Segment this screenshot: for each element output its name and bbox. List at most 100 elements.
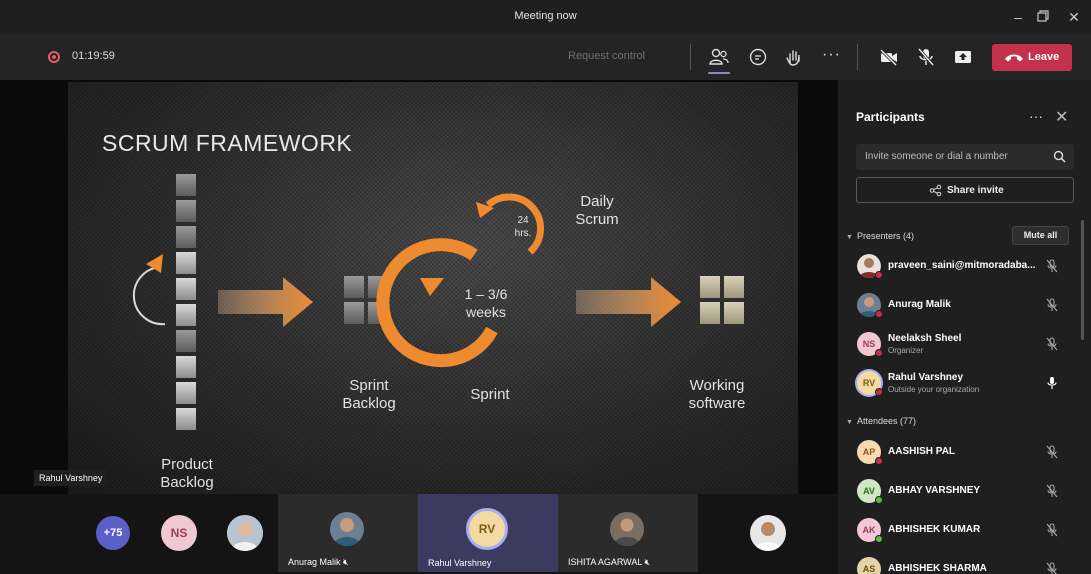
panel-close-icon[interactable]: ✕ <box>1055 107 1068 127</box>
teams-meeting-window: Meeting now – ✕ 01:19:59 Request control… <box>0 0 1091 574</box>
restore-icon[interactable] <box>1031 6 1055 28</box>
slide-title: SCRUM FRAMEWORK <box>102 130 353 156</box>
share-invite-button[interactable]: Share invite <box>856 177 1074 203</box>
participants-icon[interactable] <box>708 46 730 68</box>
mic-muted-icon: 🔇︎ <box>343 557 349 567</box>
sprint-duration-label: 1 – 3/6 weeks <box>464 286 508 320</box>
daily-scrum-label: Daily Scrum <box>575 193 619 228</box>
flow-arrow-1 <box>218 277 313 327</box>
daily-scrum-hours-label: 24 hrs. <box>514 215 532 239</box>
invite-search-placeholder: Invite someone or dial a number <box>865 151 1008 162</box>
raise-hand-icon[interactable] <box>783 46 805 68</box>
avatar: AV <box>857 479 883 504</box>
chevron-down-icon: ▼ <box>846 234 853 241</box>
video-gallery-strip: +75 NS Anurag Malik 🔇︎ RV Rahul Varshney… <box>0 494 838 574</box>
participants-panel: Participants ··· ✕ Invite someone or dia… <box>841 80 1091 574</box>
search-icon <box>1053 150 1066 163</box>
avatar <box>857 293 883 318</box>
participant-name: praveen_saini@mitmoradaba... <box>888 260 1036 271</box>
participant-row[interactable]: AV ABHAY VARSHNEY <box>841 473 1081 509</box>
leave-label: Leave <box>1028 51 1060 63</box>
more-participants-badge[interactable]: +75 <box>96 516 130 550</box>
panel-title: Participants <box>856 110 925 124</box>
mic-off-icon[interactable] <box>915 46 937 68</box>
title-bar: Meeting now – ✕ <box>0 0 1091 34</box>
avatar <box>330 512 364 546</box>
working-software-cubes <box>700 276 744 324</box>
recording-icon <box>48 51 60 63</box>
hang-up-icon <box>1005 54 1023 62</box>
participant-name: Anurag Malik <box>888 299 951 310</box>
sprint-label: Sprint <box>470 386 510 403</box>
share-screen-icon[interactable] <box>952 46 974 68</box>
avatar: AP <box>857 440 883 465</box>
avatar: AS <box>857 557 881 574</box>
working-software-label: Working software <box>688 377 746 412</box>
request-control-button[interactable]: Request control <box>568 50 645 62</box>
participant-row[interactable]: RV Rahul Varshney Outside your organizat… <box>841 365 1081 401</box>
participant-avatar-photo[interactable] <box>227 515 263 551</box>
camera-off-icon[interactable] <box>878 46 900 68</box>
close-window-icon[interactable]: ✕ <box>1062 6 1086 28</box>
participant-role: Outside your organization <box>888 385 980 394</box>
participant-avatar-ns[interactable]: NS <box>161 515 197 551</box>
mic-muted-icon <box>1046 298 1058 312</box>
flow-arrow-2 <box>576 277 681 327</box>
participant-row[interactable]: AS ABHISHEK SHARMA <box>841 551 1081 574</box>
mic-muted-icon <box>1046 337 1058 351</box>
chevron-down-icon: ▼ <box>846 419 853 426</box>
tile-name: Anurag Malik 🔇︎ <box>288 557 349 567</box>
mic-on-icon <box>1047 377 1057 389</box>
mic-muted-icon <box>1046 484 1058 498</box>
participant-name: Neelaksh Sheel <box>888 333 962 344</box>
participant-name: ABHAY VARSHNEY <box>888 485 981 496</box>
share-invite-label: Share invite <box>947 185 1004 196</box>
avatar: AK <box>857 518 883 543</box>
mic-muted-icon: 🔇︎ <box>644 557 651 567</box>
participant-name: ABHISHEK KUMAR <box>888 524 981 535</box>
minimize-icon[interactable]: – <box>1006 6 1030 28</box>
participant-row[interactable]: Anurag Malik <box>841 287 1081 323</box>
participant-row[interactable]: praveen_saini@mitmoradaba... <box>841 248 1081 284</box>
avatar-speaking: RV <box>857 371 883 396</box>
invite-search-input[interactable]: Invite someone or dial a number <box>856 144 1074 170</box>
video-tile-ishita[interactable]: ISHITA AGARWAL 🔇︎ <box>558 494 698 572</box>
participant-name: Rahul Varshney <box>888 372 964 383</box>
mic-muted-icon <box>1046 523 1058 537</box>
participant-avatar-photo[interactable] <box>750 515 786 551</box>
participant-row[interactable]: AK ABHISHEK KUMAR <box>841 512 1081 548</box>
presenters-section-header[interactable]: ▼ Presenters (4) <box>846 231 914 241</box>
participant-name: ABHISHEK SHARMA <box>888 563 987 574</box>
chat-icon[interactable] <box>747 46 769 68</box>
avatar <box>857 254 883 279</box>
avatar: NS <box>857 332 883 357</box>
attendees-section-header[interactable]: ▼ Attendees (77) <box>846 416 916 426</box>
share-icon <box>929 184 942 197</box>
tile-name: ISHITA AGARWAL 🔇︎ <box>568 557 651 567</box>
leave-button[interactable]: Leave <box>992 44 1072 71</box>
participant-name: AASHISH PAL <box>888 446 956 457</box>
panel-more-icon[interactable]: ··· <box>1029 108 1043 124</box>
mute-all-button[interactable]: Mute all <box>1012 226 1069 245</box>
more-options-icon[interactable]: ··· <box>822 46 841 64</box>
presenter-name-tag: Rahul Varshney <box>34 470 108 486</box>
active-tab-indicator <box>708 72 730 74</box>
participant-role: Organizer <box>888 346 924 355</box>
participant-row[interactable]: NS Neelaksh Sheel Organizer <box>841 326 1081 362</box>
mic-muted-icon <box>1046 562 1057 574</box>
shared-content-stage: SCRUM FRAMEWORK Product Backlog Sprint B… <box>0 80 838 494</box>
panel-scrollbar[interactable] <box>1081 220 1084 340</box>
avatar-speaking: RV <box>466 508 508 550</box>
meeting-timer: 01:19:59 <box>72 50 115 62</box>
window-title: Meeting now <box>514 10 577 22</box>
avatar <box>610 512 644 546</box>
product-backlog-label: Product Backlog <box>160 456 214 491</box>
video-tile-anurag[interactable]: Anurag Malik 🔇︎ <box>278 494 418 572</box>
participant-row[interactable]: AP AASHISH PAL <box>841 434 1081 470</box>
toolbar-divider <box>690 44 691 70</box>
mic-muted-icon <box>1046 259 1058 273</box>
shared-slide: SCRUM FRAMEWORK Product Backlog Sprint B… <box>68 82 798 494</box>
sprint-backlog-label: Sprint Backlog <box>342 377 396 412</box>
toolbar-divider <box>857 44 858 70</box>
video-tile-rahul[interactable]: RV Rahul Varshney <box>418 494 558 572</box>
